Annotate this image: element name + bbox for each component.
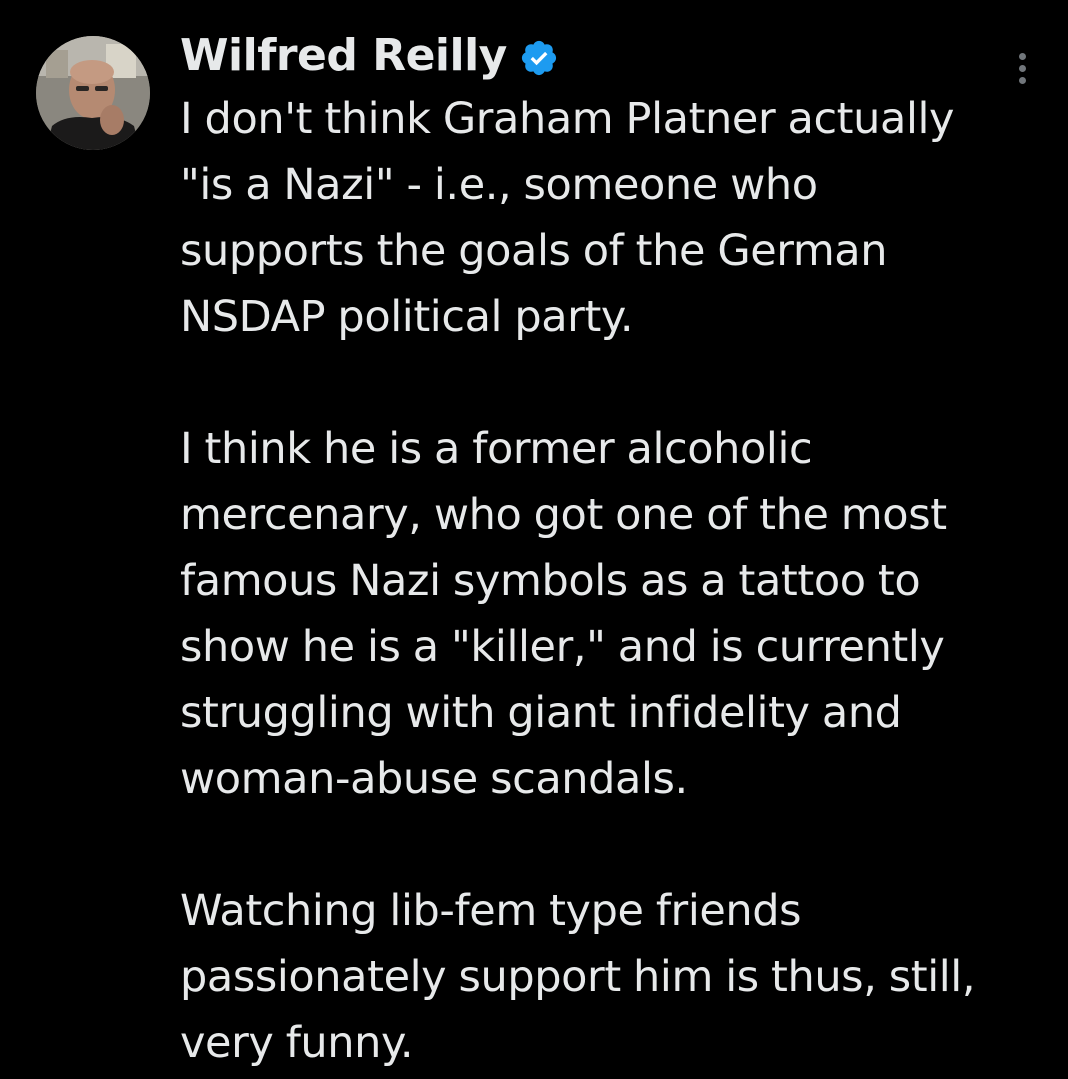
more-options-icon[interactable]: [1004, 48, 1040, 88]
tweet-paragraph-3: Watching lib-fem type friends passionate…: [180, 878, 1050, 1076]
tweet-line: Watching lib-fem type friends: [180, 886, 802, 936]
more-dot: [1018, 52, 1026, 60]
author-avatar[interactable]: [36, 36, 150, 150]
tweet-header: Wilfred Reilly: [180, 28, 559, 84]
tweet-line: passionately support him is thus, still,: [180, 952, 976, 1002]
tweet-paragraph-1: I don't think Graham Platner actually "i…: [180, 86, 1050, 350]
tweet-line: "is a Nazi" - i.e., someone who: [180, 160, 818, 210]
more-dot: [1018, 64, 1026, 72]
tweet-line: I think he is a former alcoholic: [180, 424, 813, 474]
more-dot: [1018, 76, 1026, 84]
tweet-line: supports the goals of the German: [180, 226, 888, 276]
author-display-name[interactable]: Wilfred Reilly: [180, 28, 507, 84]
tweet-line: struggling with giant infidelity and: [180, 688, 902, 738]
tweet-line: I don't think Graham Platner actually: [180, 94, 955, 144]
tweet-card[interactable]: Wilfred Reilly I don't think Graham Plat…: [0, 0, 1068, 1079]
paragraph-break: [180, 812, 1050, 878]
tweet-line: mercenary, who got one of the most: [180, 490, 947, 540]
tweet-paragraph-2: I think he is a former alcoholic mercena…: [180, 416, 1050, 812]
profile-photo-icon: [36, 36, 150, 150]
paragraph-break: [180, 350, 1050, 416]
tweet-line: woman-abuse scandals.: [180, 754, 688, 804]
tweet-line: famous Nazi symbols as a tattoo to: [180, 556, 921, 606]
tweet-line: very funny.: [180, 1018, 414, 1068]
tweet-line: NSDAP political party.: [180, 292, 634, 342]
tweet-text: I don't think Graham Platner actually "i…: [180, 86, 1050, 1076]
verified-badge-icon[interactable]: [519, 38, 559, 78]
tweet-line: show he is a "killer," and is currently: [180, 622, 945, 672]
